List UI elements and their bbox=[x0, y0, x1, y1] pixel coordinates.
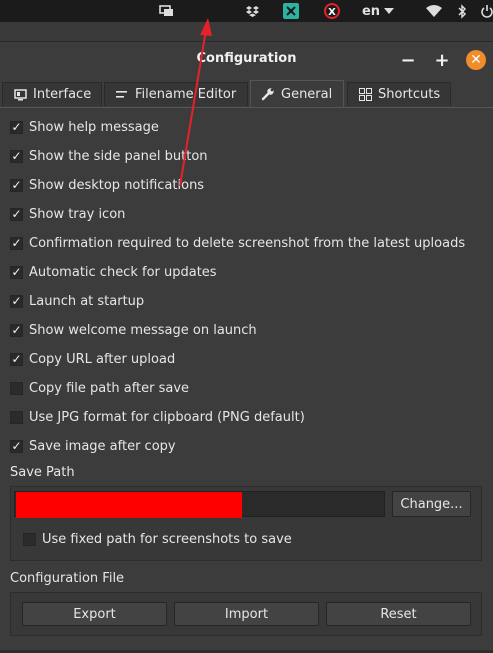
annotation-arrow bbox=[179, 18, 212, 187]
